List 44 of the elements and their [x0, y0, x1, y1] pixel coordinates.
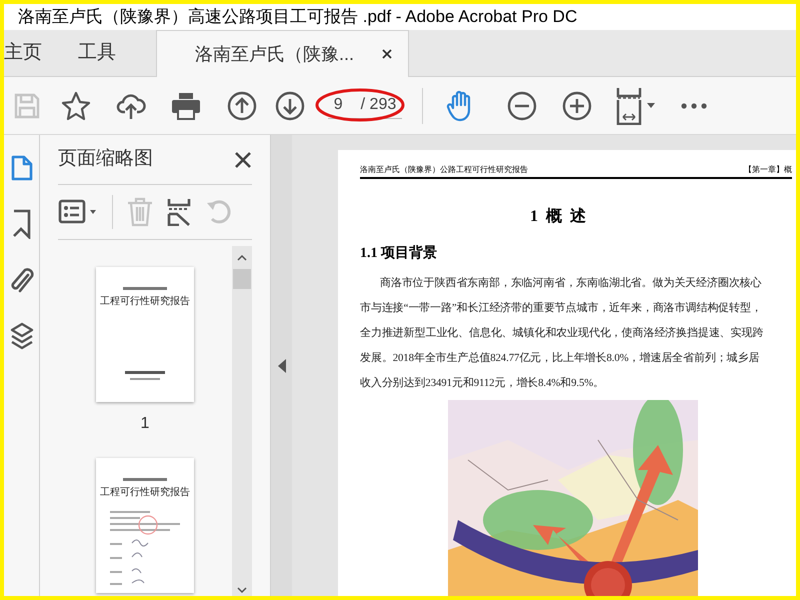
paragraph-line: 商洛市位于陕西省东南部，东临河南省，东南临湖北省。做为关天经济圈次核心 — [379, 276, 762, 291]
tab[interactable]: 工具 — [60, 30, 134, 76]
page-thumbnail[interactable]: 工程可行性研究报告 — [96, 458, 194, 593]
close-icon[interactable] — [234, 150, 252, 168]
text-line-mark — [125, 371, 165, 374]
zoom-out-icon[interactable] — [507, 90, 537, 120]
scrollbar-thumb[interactable] — [233, 269, 251, 289]
paragraph-line: 全力推进新型工业化、信息化、城镇化和农业现代化，使商洛经济换挡提速、实现跨 — [360, 326, 764, 341]
thumbnail-title: 工程可行性研究报告 — [100, 487, 190, 499]
collapse-icon[interactable] — [278, 358, 286, 372]
cloud-upload-icon[interactable] — [116, 92, 146, 120]
page-header: 【第一章】概 — [744, 164, 792, 175]
panel-title: 页面缩略图 — [58, 147, 153, 172]
tab[interactable]: 洛南至卢氏（陕豫... — [156, 30, 410, 77]
scroll-down-icon[interactable] — [237, 587, 247, 594]
scrollbar[interactable] — [232, 246, 252, 596]
paragraph-line: 市与连接“一带一路”和长江经济带的重要节点城市，近年来，商洛市调结构促转型， — [360, 300, 762, 316]
text-line-mark — [123, 287, 167, 290]
page-thumbnail[interactable]: 工程可行性研究报告 — [96, 267, 194, 402]
layers-icon[interactable] — [10, 321, 34, 351]
section-heading: 1.1 项目背景 — [360, 246, 437, 261]
page-icon[interactable] — [10, 155, 32, 183]
zoom-in-icon[interactable] — [562, 90, 592, 120]
close-icon[interactable] — [382, 49, 392, 59]
page-header: 洛南至卢氏（陕豫界）公路工程可行性研究报告 — [360, 164, 528, 175]
page-label: 1 — [140, 414, 150, 434]
bookmark-icon[interactable] — [12, 209, 32, 239]
tab[interactable]: 主页 — [4, 30, 60, 76]
paperclip-icon[interactable] — [10, 265, 34, 295]
page-input[interactable]: 9 — [334, 93, 343, 117]
paragraph-line: 收入分别达到23491元和9112元，增长8.4%和9.5%。 — [360, 376, 604, 391]
page-total: / 293 — [360, 95, 396, 115]
paragraph-line: 发展。2018年全市生产总值824.77亿元，比上年增长8.0%，增速居全省前列；城乡居 — [360, 350, 760, 366]
options-icon[interactable] — [58, 199, 98, 225]
more-icon[interactable] — [681, 102, 707, 108]
insert-page-icon[interactable] — [167, 198, 191, 226]
star-icon[interactable] — [61, 90, 91, 120]
chapter-heading: 1 概 述 — [530, 208, 586, 225]
thumbnail-title: 工程可行性研究报告 — [100, 296, 190, 308]
scroll-up-icon[interactable] — [237, 254, 247, 261]
print-icon[interactable] — [171, 92, 201, 120]
text-line-mark — [123, 478, 167, 481]
window-title: 洛南至卢氏（陕豫界）高速公路项目工可报告 .pdf - Adobe Acrobat Pro DC — [18, 6, 578, 28]
text-line-mark — [130, 378, 160, 380]
